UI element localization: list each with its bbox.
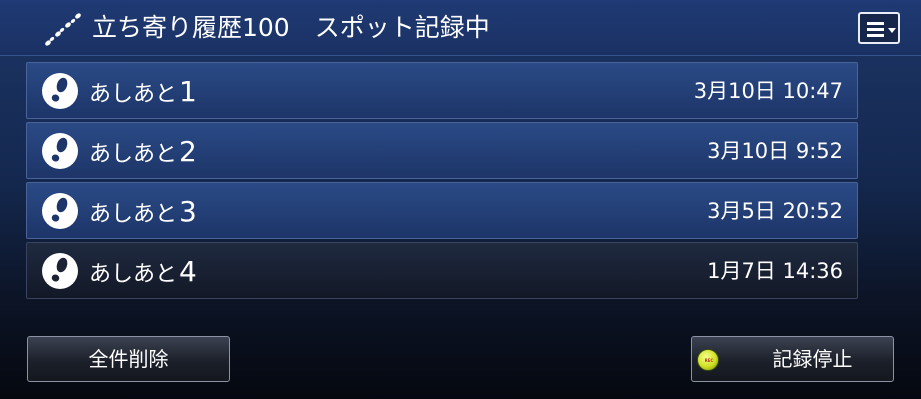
list-item-time: 1月7日 14:36 — [707, 259, 843, 283]
header-bar: 立ち寄り履歴100 スポット記録中 — [0, 0, 921, 56]
list-item-label: あしあと4 — [89, 255, 197, 288]
chevron-down-icon — [888, 28, 896, 33]
list-item-time: 3月10日 10:47 — [693, 79, 843, 103]
list-item[interactable]: あしあと4 1月7日 14:36 — [26, 242, 858, 299]
footprint-icon — [42, 253, 78, 289]
list-item-label: あしあと3 — [89, 195, 197, 228]
list-item-time: 3月5日 20:52 — [707, 199, 843, 223]
history-list: あしあと1 3月10日 10:47 あしあと2 3月10日 9:52 あしあと3… — [26, 62, 858, 302]
list-item-number: 4 — [179, 255, 197, 288]
rec-badge-text: REC — [704, 358, 714, 363]
list-item-number: 1 — [179, 75, 197, 108]
list-item-time: 3月10日 9:52 — [707, 139, 843, 163]
menu-button[interactable] — [858, 12, 900, 44]
list-item[interactable]: あしあと2 3月10日 9:52 — [26, 122, 858, 179]
list-item-number: 3 — [179, 195, 197, 228]
list-item-label: あしあと2 — [89, 135, 197, 168]
list-item[interactable]: あしあと1 3月10日 10:47 — [26, 62, 858, 119]
rec-icon: REC — [697, 349, 719, 371]
footprints-icon — [45, 13, 81, 46]
page-title: 立ち寄り履歴100 スポット記録中 — [92, 13, 490, 42]
footprint-icon — [42, 133, 78, 169]
footprint-icon — [42, 193, 78, 229]
stop-recording-label: 記録停止 — [772, 347, 853, 371]
stop-recording-button[interactable]: REC 記録停止 — [691, 336, 894, 382]
list-item[interactable]: あしあと3 3月5日 20:52 — [26, 182, 858, 239]
list-item-number: 2 — [179, 135, 197, 168]
list-item-label: あしあと1 — [89, 75, 197, 108]
delete-all-button[interactable]: 全件削除 — [27, 336, 230, 382]
footprint-icon — [42, 73, 78, 109]
